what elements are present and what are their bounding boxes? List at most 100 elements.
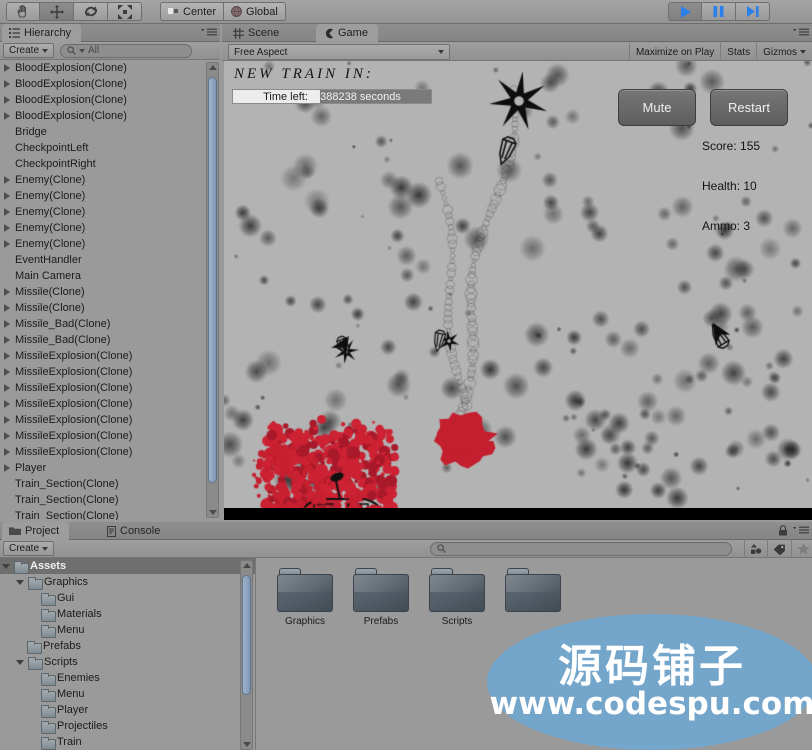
tab-hierarchy[interactable]: Hierarchy <box>2 24 82 42</box>
scroll-up-arrow-icon[interactable] <box>209 65 217 70</box>
expand-arrow-icon[interactable] <box>4 208 13 217</box>
step-button[interactable] <box>736 2 770 21</box>
project-tree-item[interactable]: Enemies <box>0 670 255 686</box>
expand-arrow-icon[interactable] <box>4 352 13 361</box>
hierarchy-item[interactable]: Enemy(Clone) <box>0 188 220 204</box>
expand-arrow-icon[interactable] <box>4 224 13 233</box>
hierarchy-create-button[interactable]: Create <box>3 43 55 58</box>
project-tree-scroll-thumb[interactable] <box>242 575 251 695</box>
asset-grid[interactable]: Graphics Prefabs Scripts <box>257 558 812 750</box>
asset-item[interactable]: Graphics <box>269 566 341 627</box>
expand-arrow-icon[interactable] <box>4 448 13 457</box>
project-tree-item[interactable]: Scripts <box>0 654 255 670</box>
expand-arrow-icon[interactable] <box>4 240 13 249</box>
project-tree-item[interactable]: Projectiles <box>0 718 255 734</box>
project-tree-item[interactable]: Prefabs <box>0 638 255 654</box>
hierarchy-item[interactable]: Enemy(Clone) <box>0 172 220 188</box>
project-lock-button[interactable] <box>778 525 788 539</box>
hierarchy-item[interactable]: CheckpointRight <box>0 156 220 172</box>
hierarchy-item[interactable]: MissileExplosion(Clone) <box>0 348 220 364</box>
expand-arrow-icon[interactable] <box>4 192 13 201</box>
project-tree-item[interactable]: Gui <box>0 590 255 606</box>
tab-project[interactable]: Project <box>2 522 70 540</box>
hierarchy-item[interactable]: Enemy(Clone) <box>0 220 220 236</box>
mute-button[interactable]: Mute <box>618 89 696 126</box>
project-tree-item[interactable]: Menu <box>0 686 255 702</box>
hierarchy-scrollbar[interactable] <box>206 62 219 518</box>
hierarchy-item[interactable]: Enemy(Clone) <box>0 236 220 252</box>
hierarchy-item[interactable]: Missile(Clone) <box>0 300 220 316</box>
hierarchy-item[interactable]: BloodExplosion(Clone) <box>0 92 220 108</box>
hierarchy-item[interactable]: Main Camera <box>0 268 220 284</box>
maximize-on-play-button[interactable]: Maximize on Play <box>628 43 720 61</box>
expand-arrow-icon[interactable] <box>4 400 13 409</box>
hierarchy-item[interactable]: Missile(Clone) <box>0 284 220 300</box>
scroll-down-arrow-icon[interactable] <box>243 742 251 747</box>
hierarchy-item[interactable]: Enemy(Clone) <box>0 204 220 220</box>
expand-arrow-icon[interactable] <box>4 416 13 425</box>
expand-triangle-icon[interactable] <box>16 579 24 585</box>
pause-button[interactable] <box>702 2 736 21</box>
tab-console[interactable]: Console <box>100 522 170 540</box>
hierarchy-item[interactable]: MissileExplosion(Clone) <box>0 364 220 380</box>
hierarchy-item[interactable]: CheckpointLeft <box>0 140 220 156</box>
tab-game[interactable]: Game <box>316 24 378 42</box>
scale-tool-button[interactable] <box>108 2 142 21</box>
expand-arrow-icon[interactable] <box>4 464 13 473</box>
hand-tool-button[interactable] <box>6 2 40 21</box>
expand-arrow-icon[interactable] <box>4 80 13 89</box>
expand-triangle-icon[interactable] <box>16 659 24 665</box>
expand-triangle-icon[interactable] <box>2 563 10 569</box>
project-create-button[interactable]: Create <box>3 541 55 556</box>
expand-arrow-icon[interactable] <box>4 336 13 345</box>
hierarchy-item[interactable]: Missile_Bad(Clone) <box>0 316 220 332</box>
hierarchy-item[interactable]: MissileExplosion(Clone) <box>0 428 220 444</box>
expand-arrow-icon[interactable] <box>4 176 13 185</box>
hierarchy-item[interactable]: Train_Section(Clone) <box>0 492 220 508</box>
hierarchy-item[interactable]: MissileExplosion(Clone) <box>0 412 220 428</box>
expand-arrow-icon[interactable] <box>4 304 13 313</box>
project-tree-item[interactable]: Train <box>0 734 255 750</box>
project-tree-item[interactable]: Menu <box>0 622 255 638</box>
scroll-up-arrow-icon[interactable] <box>243 563 251 568</box>
favorites-button[interactable] <box>791 540 812 558</box>
hierarchy-item[interactable]: Bridge <box>0 124 220 140</box>
project-tree-item[interactable]: Assets <box>0 558 255 574</box>
tab-scene[interactable]: Scene <box>226 24 289 42</box>
project-folder-tree[interactable]: Assets Graphics Gui Materials Menu Prefabs Scr… <box>0 558 256 750</box>
asset-item[interactable]: Prefabs <box>345 566 417 627</box>
hierarchy-search-input[interactable]: All <box>60 43 193 58</box>
stats-button[interactable]: Stats <box>720 43 756 61</box>
expand-arrow-icon[interactable] <box>4 112 13 121</box>
hierarchy-item[interactable]: BloodExplosion(Clone) <box>0 108 220 124</box>
scroll-down-arrow-icon[interactable] <box>209 510 217 515</box>
hierarchy-item[interactable]: EventHandler <box>0 252 220 268</box>
gameview-panel-menu-button[interactable] <box>793 28 809 40</box>
hierarchy-item[interactable]: Missile_Bad(Clone) <box>0 332 220 348</box>
filter-by-type-button[interactable] <box>744 540 767 558</box>
game-render-area[interactable]: NEW TRAIN IN: Time left: 5.388238 second… <box>224 61 812 520</box>
space-mode-button[interactable]: Global <box>224 2 286 21</box>
hierarchy-list[interactable]: BloodExplosion(Clone) BloodExplosion(Clon… <box>0 60 220 520</box>
hierarchy-item[interactable]: MissileExplosion(Clone) <box>0 444 220 460</box>
hierarchy-item[interactable]: Train_Section(Clone) <box>0 508 220 520</box>
hierarchy-item[interactable]: MissileExplosion(Clone) <box>0 396 220 412</box>
expand-arrow-icon[interactable] <box>4 288 13 297</box>
hierarchy-panel-menu-button[interactable] <box>201 28 217 40</box>
aspect-ratio-dropdown[interactable]: Free Aspect <box>228 44 450 60</box>
hierarchy-item[interactable]: BloodExplosion(Clone) <box>0 76 220 92</box>
hierarchy-item[interactable]: Train_Section(Clone) <box>0 476 220 492</box>
project-search-input[interactable] <box>430 541 732 556</box>
restart-button[interactable]: Restart <box>710 89 788 126</box>
gizmos-button[interactable]: Gizmos <box>756 43 812 61</box>
expand-arrow-icon[interactable] <box>4 320 13 329</box>
project-tree-item[interactable]: Player <box>0 702 255 718</box>
play-button[interactable] <box>668 2 702 21</box>
move-tool-button[interactable] <box>40 2 74 21</box>
expand-arrow-icon[interactable] <box>4 96 13 105</box>
pivot-mode-button[interactable]: Center <box>160 2 225 21</box>
hierarchy-item[interactable]: Player <box>0 460 220 476</box>
expand-arrow-icon[interactable] <box>4 368 13 377</box>
expand-arrow-icon[interactable] <box>4 384 13 393</box>
expand-arrow-icon[interactable] <box>4 64 13 73</box>
